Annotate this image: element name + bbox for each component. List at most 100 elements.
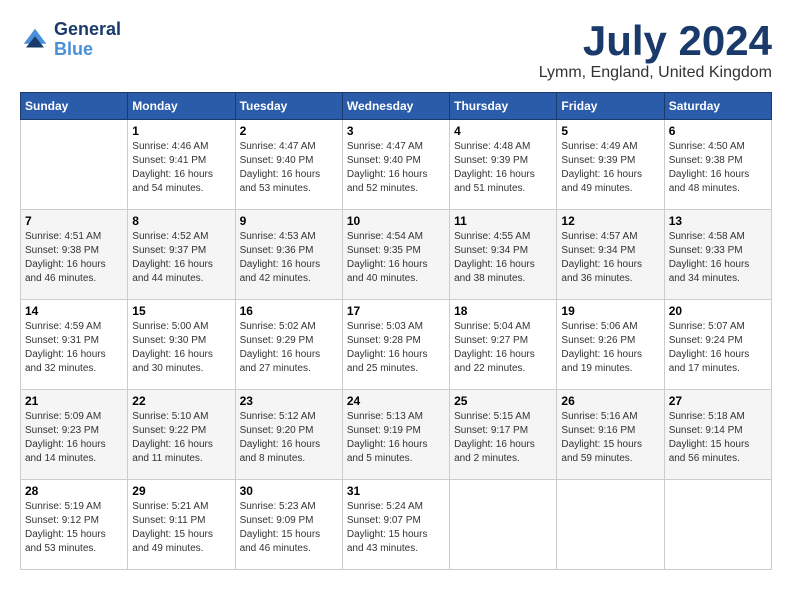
calendar-cell: 25 Sunrise: 5:15 AM Sunset: 9:17 PM Dayli…	[450, 390, 557, 480]
logo-text: General Blue	[54, 20, 121, 60]
day-number: 28	[25, 484, 123, 498]
calendar-cell: 22Sunrise: 5:10 AM Sunset: 9:22 PM Dayli…	[128, 390, 235, 480]
day-number: 30	[240, 484, 338, 498]
logo-line1: General	[54, 20, 121, 40]
day-info: Sunrise: 4:57 AM Sunset: 9:34 PM Dayligh…	[561, 230, 659, 286]
day-info: Sunrise: 5:03 AM Sunset: 9:28 PM Dayligh…	[347, 320, 445, 376]
calendar-cell: 29Sunrise: 5:21 AM Sunset: 9:11 PM Dayli…	[128, 480, 235, 570]
day-number: 6	[669, 124, 767, 138]
week-row-5: 28 Sunrise: 5:19 AM Sunset: 9:12 PM Dayli…	[21, 480, 772, 570]
day-info: Sunrise: 5:02 AM Sunset: 9:29 PM Dayligh…	[240, 320, 338, 376]
calendar-cell: 28 Sunrise: 5:19 AM Sunset: 9:12 PM Dayli…	[21, 480, 128, 570]
calendar-cell: 12Sunrise: 4:57 AM Sunset: 9:34 PM Dayli…	[557, 210, 664, 300]
day-info: Sunrise: 5:18 AM Sunset: 9:14 PM Dayligh…	[669, 410, 767, 466]
day-number: 24	[347, 394, 445, 408]
day-info: Sunrise: 5:15 AM Sunset: 9:17 PM Dayligh…	[454, 410, 552, 466]
day-info: Sunrise: 5:12 AM Sunset: 9:20 PM Dayligh…	[240, 410, 338, 466]
day-number: 19	[561, 304, 659, 318]
day-number: 14	[25, 304, 123, 318]
calendar-cell	[450, 480, 557, 570]
day-info: Sunrise: 4:48 AM Sunset: 9:39 PM Dayligh…	[454, 140, 552, 196]
day-info: Sunrise: 4:53 AM Sunset: 9:36 PM Dayligh…	[240, 230, 338, 286]
day-number: 13	[669, 214, 767, 228]
day-info: Sunrise: 4:55 AM Sunset: 9:34 PM Dayligh…	[454, 230, 552, 286]
day-number: 18	[454, 304, 552, 318]
day-info: Sunrise: 5:00 AM Sunset: 9:30 PM Dayligh…	[132, 320, 230, 376]
week-row-4: 21Sunrise: 5:09 AM Sunset: 9:23 PM Dayli…	[21, 390, 772, 480]
calendar-cell: 20 Sunrise: 5:07 AM Sunset: 9:24 PM Dayli…	[664, 300, 771, 390]
day-info: Sunrise: 4:58 AM Sunset: 9:33 PM Dayligh…	[669, 230, 767, 286]
day-number: 20	[669, 304, 767, 318]
page-header: General Blue July 2024 Lymm, England, Un…	[20, 20, 772, 82]
logo-icon	[20, 25, 50, 55]
day-number: 21	[25, 394, 123, 408]
calendar-cell: 16 Sunrise: 5:02 AM Sunset: 9:29 PM Dayli…	[235, 300, 342, 390]
header-day-monday: Monday	[128, 93, 235, 120]
day-number: 25	[454, 394, 552, 408]
day-info: Sunrise: 4:54 AM Sunset: 9:35 PM Dayligh…	[347, 230, 445, 286]
day-info: Sunrise: 4:47 AM Sunset: 9:40 PM Dayligh…	[347, 140, 445, 196]
day-number: 1	[132, 124, 230, 138]
day-number: 31	[347, 484, 445, 498]
logo: General Blue	[20, 20, 121, 60]
day-info: Sunrise: 5:19 AM Sunset: 9:12 PM Dayligh…	[25, 500, 123, 556]
day-number: 26	[561, 394, 659, 408]
calendar-cell: 3 Sunrise: 4:47 AM Sunset: 9:40 PM Daylig…	[342, 120, 449, 210]
calendar-body: 1 Sunrise: 4:46 AM Sunset: 9:41 PM Daylig…	[21, 120, 772, 570]
calendar-cell: 1 Sunrise: 4:46 AM Sunset: 9:41 PM Daylig…	[128, 120, 235, 210]
week-row-2: 7 Sunrise: 4:51 AM Sunset: 9:38 PM Daylig…	[21, 210, 772, 300]
day-info: Sunrise: 5:06 AM Sunset: 9:26 PM Dayligh…	[561, 320, 659, 376]
day-info: Sunrise: 4:59 AM Sunset: 9:31 PM Dayligh…	[25, 320, 123, 376]
day-info: Sunrise: 4:46 AM Sunset: 9:41 PM Dayligh…	[132, 140, 230, 196]
day-info: Sunrise: 5:07 AM Sunset: 9:24 PM Dayligh…	[669, 320, 767, 376]
location: Lymm, England, United Kingdom	[539, 64, 772, 82]
day-info: Sunrise: 4:51 AM Sunset: 9:38 PM Dayligh…	[25, 230, 123, 286]
header-row: SundayMondayTuesdayWednesdayThursdayFrid…	[21, 93, 772, 120]
day-number: 23	[240, 394, 338, 408]
day-info: Sunrise: 5:16 AM Sunset: 9:16 PM Dayligh…	[561, 410, 659, 466]
day-number: 22	[132, 394, 230, 408]
day-info: Sunrise: 4:49 AM Sunset: 9:39 PM Dayligh…	[561, 140, 659, 196]
day-info: Sunrise: 5:04 AM Sunset: 9:27 PM Dayligh…	[454, 320, 552, 376]
calendar-cell: 11 Sunrise: 4:55 AM Sunset: 9:34 PM Dayli…	[450, 210, 557, 300]
calendar-cell: 23 Sunrise: 5:12 AM Sunset: 9:20 PM Dayli…	[235, 390, 342, 480]
day-info: Sunrise: 5:23 AM Sunset: 9:09 PM Dayligh…	[240, 500, 338, 556]
day-info: Sunrise: 4:52 AM Sunset: 9:37 PM Dayligh…	[132, 230, 230, 286]
calendar-cell: 31 Sunrise: 5:24 AM Sunset: 9:07 PM Dayli…	[342, 480, 449, 570]
calendar-cell: 2 Sunrise: 4:47 AM Sunset: 9:40 PM Daylig…	[235, 120, 342, 210]
day-number: 10	[347, 214, 445, 228]
calendar-cell: 26 Sunrise: 5:16 AM Sunset: 9:16 PM Dayli…	[557, 390, 664, 480]
calendar-header: SundayMondayTuesdayWednesdayThursdayFrid…	[21, 93, 772, 120]
header-day-tuesday: Tuesday	[235, 93, 342, 120]
day-info: Sunrise: 4:47 AM Sunset: 9:40 PM Dayligh…	[240, 140, 338, 196]
calendar-cell: 27 Sunrise: 5:18 AM Sunset: 9:14 PM Dayli…	[664, 390, 771, 480]
day-info: Sunrise: 4:50 AM Sunset: 9:38 PM Dayligh…	[669, 140, 767, 196]
calendar-cell	[557, 480, 664, 570]
calendar-cell	[664, 480, 771, 570]
calendar-cell: 19 Sunrise: 5:06 AM Sunset: 9:26 PM Dayli…	[557, 300, 664, 390]
day-number: 2	[240, 124, 338, 138]
calendar-cell: 4Sunrise: 4:48 AM Sunset: 9:39 PM Daylig…	[450, 120, 557, 210]
calendar-cell: 17 Sunrise: 5:03 AM Sunset: 9:28 PM Dayli…	[342, 300, 449, 390]
day-number: 9	[240, 214, 338, 228]
day-number: 3	[347, 124, 445, 138]
day-info: Sunrise: 5:24 AM Sunset: 9:07 PM Dayligh…	[347, 500, 445, 556]
logo-line2: Blue	[54, 40, 121, 60]
week-row-1: 1 Sunrise: 4:46 AM Sunset: 9:41 PM Daylig…	[21, 120, 772, 210]
calendar-cell: 15Sunrise: 5:00 AM Sunset: 9:30 PM Dayli…	[128, 300, 235, 390]
calendar-cell: 5Sunrise: 4:49 AM Sunset: 9:39 PM Daylig…	[557, 120, 664, 210]
day-number: 16	[240, 304, 338, 318]
calendar-table: SundayMondayTuesdayWednesdayThursdayFrid…	[20, 92, 772, 570]
calendar-cell: 9 Sunrise: 4:53 AM Sunset: 9:36 PM Daylig…	[235, 210, 342, 300]
day-number: 27	[669, 394, 767, 408]
calendar-cell: 14 Sunrise: 4:59 AM Sunset: 9:31 PM Dayli…	[21, 300, 128, 390]
calendar-cell: 21Sunrise: 5:09 AM Sunset: 9:23 PM Dayli…	[21, 390, 128, 480]
week-row-3: 14 Sunrise: 4:59 AM Sunset: 9:31 PM Dayli…	[21, 300, 772, 390]
day-info: Sunrise: 5:21 AM Sunset: 9:11 PM Dayligh…	[132, 500, 230, 556]
day-number: 7	[25, 214, 123, 228]
calendar-cell: 6 Sunrise: 4:50 AM Sunset: 9:38 PM Daylig…	[664, 120, 771, 210]
day-number: 17	[347, 304, 445, 318]
calendar-cell: 30 Sunrise: 5:23 AM Sunset: 9:09 PM Dayli…	[235, 480, 342, 570]
day-number: 11	[454, 214, 552, 228]
day-info: Sunrise: 5:13 AM Sunset: 9:19 PM Dayligh…	[347, 410, 445, 466]
